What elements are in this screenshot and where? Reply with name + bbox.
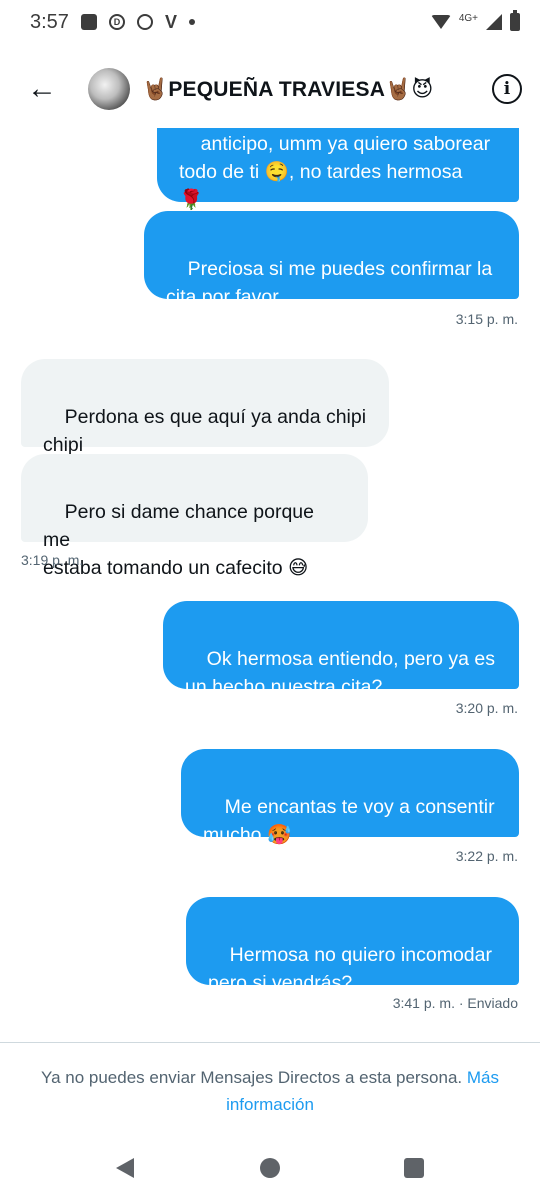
info-icon: i — [503, 79, 511, 99]
message-text: Hermosa no quiero incomodar pero si vend… — [208, 944, 492, 994]
nav-recents-icon[interactable] — [404, 1158, 424, 1178]
back-button[interactable]: ← — [18, 65, 66, 113]
message-text: Perdona es que aquí ya anda chipi chipi — [43, 406, 367, 456]
notification-v-icon: V — [164, 11, 177, 32]
message-bubble-sent[interactable]: Hermosa no quiero incomodar pero si vend… — [186, 897, 519, 994]
notice-text: Ya no puedes enviar Mensajes Directos a … — [41, 1068, 467, 1087]
message-text: anticipo, umm ya quiero saborear todo de… — [179, 133, 491, 211]
info-button[interactable]: i — [492, 74, 522, 104]
battery-icon — [510, 10, 520, 31]
status-right: 4G+ — [430, 10, 520, 31]
notification-d-icon: D — [108, 14, 125, 30]
message-bubble-received[interactable]: Perdona es que aquí ya anda chipi chipi — [21, 359, 389, 456]
message-timestamp: 3:41 p. m. · Enviado — [392, 995, 518, 1011]
avatar[interactable] — [88, 68, 130, 110]
status-time: 3:57 — [30, 10, 69, 33]
message-bubble-sent[interactable]: Ok hermosa entiendo, pero ya es un hecho… — [163, 601, 519, 698]
message-bubble-sent[interactable]: Preciosa si me puedes confirmar la cita … — [144, 211, 519, 308]
dm-disabled-notice: Ya no puedes enviar Mensajes Directos a … — [20, 1064, 520, 1118]
footer-divider — [0, 1042, 540, 1043]
conversation-header: ← 🤘🏾PEQUEÑA TRAVIESA🤘🏾😈 i — [0, 50, 540, 128]
message-timestamp: 3:19 p. m. — [21, 552, 84, 568]
status-left: 3:57 D V — [30, 11, 195, 34]
signal-icon — [486, 14, 502, 30]
message-timestamp: 3:22 p. m. — [455, 848, 518, 864]
system-nav-bar — [0, 1140, 540, 1200]
message-timestamp: 3:20 p. m. — [455, 700, 518, 716]
arrow-left-icon: ← — [27, 72, 57, 105]
message-bubble-received[interactable]: Pero si dame chance porque me estaba tom… — [21, 454, 368, 579]
nav-home-icon[interactable] — [260, 1158, 280, 1178]
message-text: Me encantas te voy a consentir mucho 🥵 — [203, 796, 495, 846]
message-text: Pero si dame chance porque me estaba tom… — [43, 501, 314, 579]
message-timestamp: 3:15 p. m. — [455, 311, 518, 327]
message-bubble-sent[interactable]: Me encantas te voy a consentir mucho 🥵 — [181, 749, 519, 846]
message-text: Ok hermosa entiendo, pero ya es un hecho… — [185, 648, 496, 698]
message-bubble-sent[interactable]: anticipo, umm ya quiero saborear todo de… — [157, 128, 519, 211]
status-bar: 3:57 D V 4G+ — [0, 0, 540, 44]
more-notifications-dot-icon — [188, 19, 195, 25]
conversation-title[interactable]: 🤘🏾PEQUEÑA TRAVIESA🤘🏾😈 — [142, 77, 434, 102]
notification-globe-icon — [136, 14, 153, 30]
message-text: Preciosa si me puedes confirmar la cita … — [166, 258, 493, 308]
network-type: 4G+ — [458, 12, 478, 24]
notification-square-icon — [80, 14, 97, 30]
nav-back-icon[interactable] — [116, 1158, 134, 1178]
message-list[interactable]: anticipo, umm ya quiero saborear todo de… — [0, 128, 540, 1026]
wifi-icon — [430, 15, 451, 29]
